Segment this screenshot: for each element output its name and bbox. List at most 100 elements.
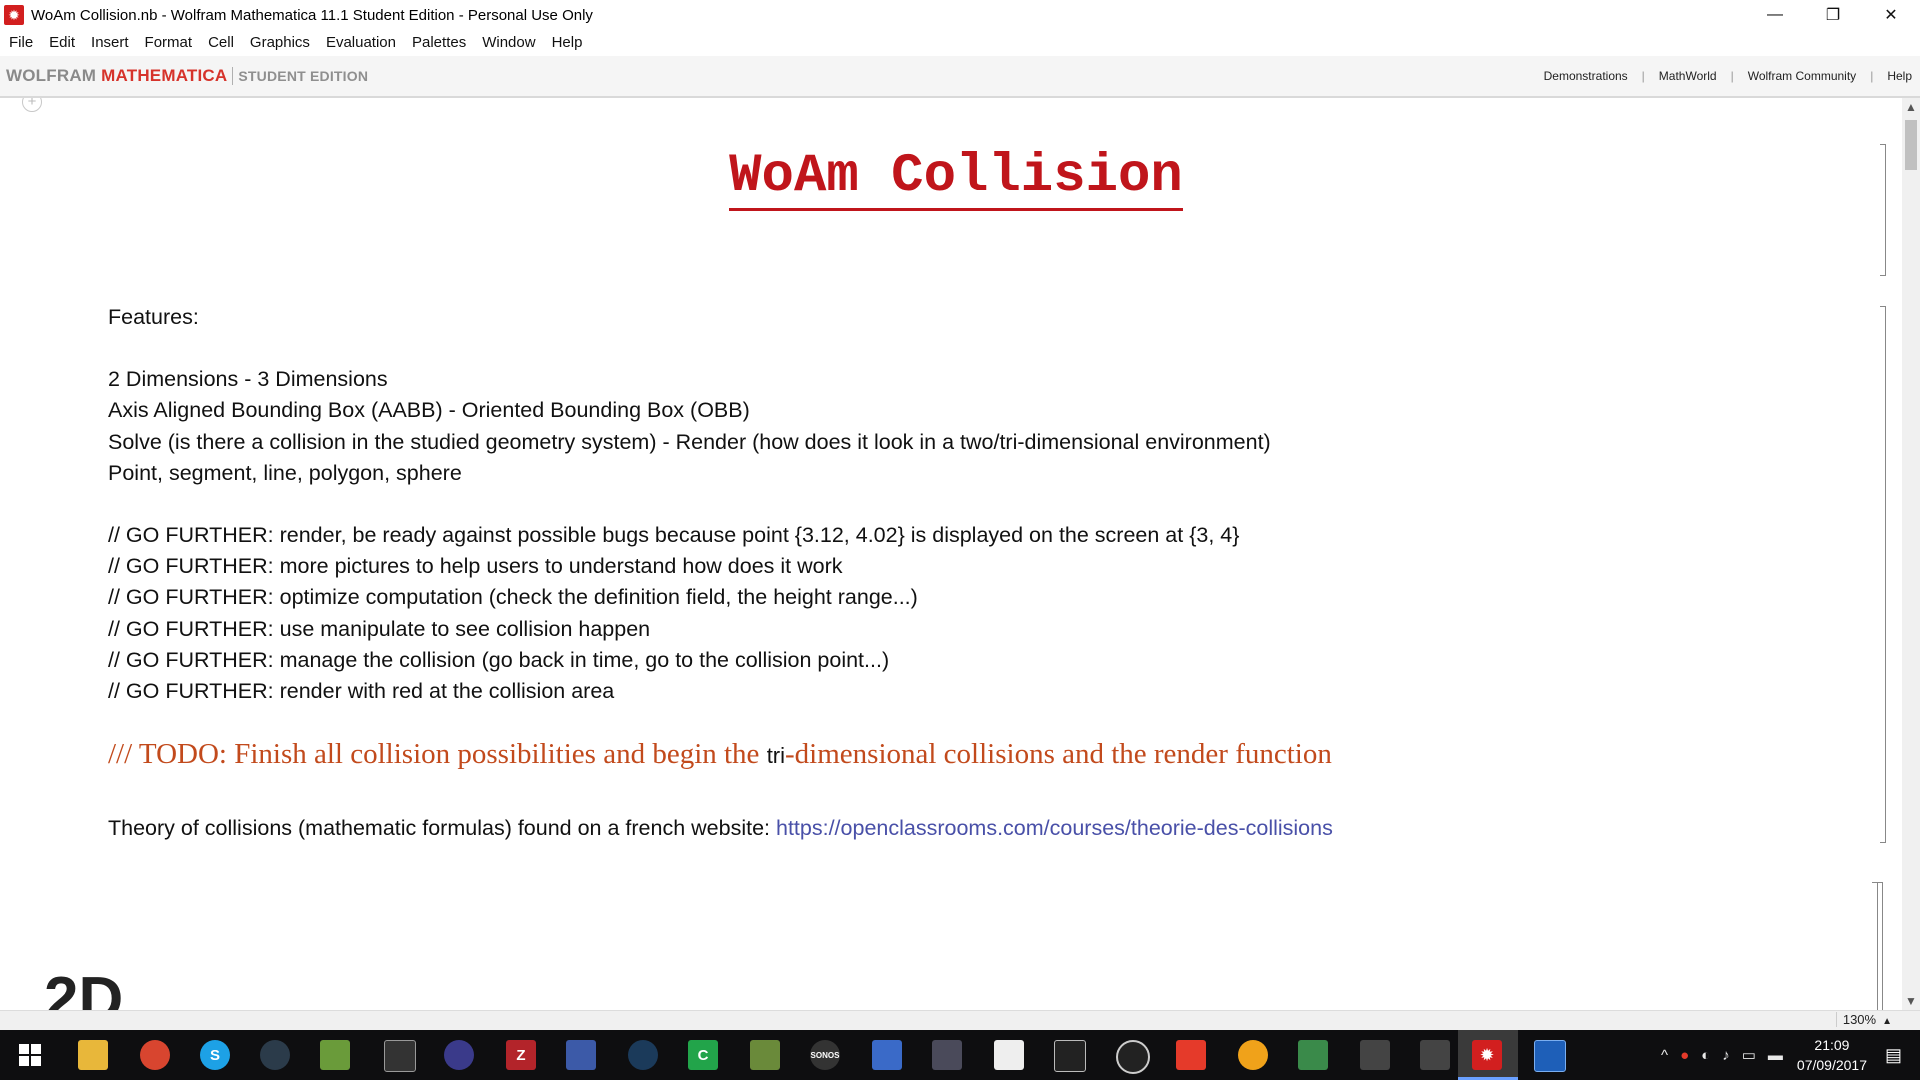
- cell-insert-plus-icon[interactable]: +: [22, 98, 42, 112]
- life-app-icon[interactable]: [1360, 1040, 1390, 1070]
- status-bar: 130% ▲: [0, 1010, 1920, 1031]
- mathematica-taskbar-icon[interactable]: ✹: [1472, 1040, 1502, 1070]
- editor-icon[interactable]: [566, 1040, 596, 1070]
- action-center-icon[interactable]: ▤: [1885, 1045, 1902, 1066]
- installer-icon[interactable]: [1298, 1040, 1328, 1070]
- menu-file[interactable]: File: [0, 34, 41, 51]
- paint-app-icon[interactable]: [320, 1040, 350, 1070]
- link-mathworld[interactable]: MathWorld: [1659, 69, 1717, 83]
- notebook-title-text: WoAm Collision: [729, 146, 1183, 211]
- zoom-up-icon[interactable]: ▲: [1882, 1016, 1892, 1027]
- link-divider: |: [1641, 69, 1645, 83]
- filezilla-icon[interactable]: Z: [506, 1040, 536, 1070]
- network-icon[interactable]: ▭: [1742, 1046, 1756, 1064]
- brand-wolfram: WOLFRAM: [6, 66, 97, 85]
- vertical-scrollbar[interactable]: ▲ ▼: [1902, 98, 1920, 1010]
- menu-window[interactable]: Window: [474, 34, 543, 51]
- codeblocks-icon[interactable]: C: [688, 1040, 718, 1070]
- scroll-down-icon[interactable]: ▼: [1902, 994, 1920, 1008]
- skype-icon[interactable]: S: [200, 1040, 230, 1070]
- file-explorer-icon[interactable]: [78, 1040, 108, 1070]
- features-cell[interactable]: Features: 2 Dimensions - 3 Dimensions Ax…: [108, 302, 1271, 707]
- menu-cell[interactable]: Cell: [200, 34, 242, 51]
- menu-help[interactable]: Help: [544, 34, 591, 51]
- cell-bracket[interactable]: [1880, 306, 1886, 843]
- zoom-control[interactable]: 130% ▲: [1835, 1012, 1892, 1027]
- go-further-line: // GO FURTHER: render, be ready against …: [108, 523, 1240, 548]
- todo-cell[interactable]: /// TODO: Finish all collision possibili…: [108, 738, 1332, 771]
- section-bracket[interactable]: [1877, 882, 1883, 1010]
- display-app-icon[interactable]: [1534, 1040, 1566, 1072]
- network-app-icon[interactable]: [872, 1040, 902, 1070]
- brand-mathematica: MATHEMATICA: [101, 66, 228, 85]
- link-help[interactable]: Help: [1887, 69, 1912, 83]
- office-app-icon[interactable]: [1176, 1040, 1206, 1070]
- life-app-2-icon[interactable]: [1420, 1040, 1450, 1070]
- window-controls: — ❐ ✕: [1746, 0, 1920, 30]
- game-app-icon[interactable]: [932, 1040, 962, 1070]
- menu-graphics[interactable]: Graphics: [242, 34, 318, 51]
- brand-divider: [232, 67, 234, 85]
- window-title: WoAm Collision.nb - Wolfram Mathematica …: [31, 6, 593, 24]
- close-button[interactable]: ✕: [1862, 0, 1920, 30]
- show-hidden-icons-icon[interactable]: ^: [1661, 1047, 1668, 1064]
- chrome-icon[interactable]: [140, 1040, 170, 1070]
- mathematica-app-icon[interactable]: ✹: [4, 5, 24, 25]
- notebook-title[interactable]: WoAm Collision: [0, 146, 1902, 211]
- steam-icon[interactable]: [628, 1040, 658, 1070]
- volume-icon[interactable]: ♪: [1722, 1047, 1730, 1064]
- menu-format[interactable]: Format: [137, 34, 201, 51]
- wolfram-docked-bar: WOLFRAM MATHEMATICA STUDENT EDITION Demo…: [0, 56, 1920, 98]
- stop-icon[interactable]: ●: [1680, 1047, 1689, 1064]
- menu-bar: File Edit Insert Format Cell Graphics Ev…: [0, 30, 1920, 54]
- start-button[interactable]: [0, 1030, 60, 1080]
- menu-palettes[interactable]: Palettes: [404, 34, 474, 51]
- feature-line: Point, segment, line, polygon, sphere: [108, 460, 462, 485]
- todo-tri: tri: [766, 743, 786, 768]
- windows-taskbar: S Z C SONOS ✹ ^ ● ◐ ♪ ▭ ▬ 21:09 07/09/20…: [0, 1030, 1920, 1080]
- go-further-line: // GO FURTHER: render with red at the co…: [108, 679, 615, 704]
- minecraft-icon[interactable]: [750, 1040, 780, 1070]
- scrollbar-thumb[interactable]: [1905, 120, 1917, 170]
- section-heading-2d[interactable]: 2D: [44, 969, 123, 1011]
- zoom-level: 130%: [1842, 1012, 1877, 1027]
- eclipse-icon[interactable]: [444, 1040, 474, 1070]
- restore-button[interactable]: ❐: [1804, 0, 1862, 30]
- terminal-icon[interactable]: [384, 1040, 416, 1072]
- music-app-icon[interactable]: [260, 1040, 290, 1070]
- minimize-button[interactable]: —: [1746, 0, 1804, 30]
- menu-evaluation[interactable]: Evaluation: [318, 34, 404, 51]
- windows-logo-icon: [19, 1044, 41, 1066]
- go-further-line: // GO FURTHER: manage the collision (go …: [108, 647, 890, 672]
- clock-date: 07/09/2017: [1796, 1057, 1867, 1073]
- calculator-icon[interactable]: [994, 1040, 1024, 1070]
- notebook-area[interactable]: + WoAm Collision Features: 2 Dimensions …: [0, 98, 1902, 1010]
- menu-edit[interactable]: Edit: [41, 34, 83, 51]
- sonos-icon[interactable]: SONOS: [810, 1040, 840, 1070]
- link-divider: |: [1730, 69, 1734, 83]
- scroll-up-icon[interactable]: ▲: [1902, 100, 1920, 114]
- theory-text: Theory of collisions (mathematic formula…: [108, 816, 776, 840]
- link-wolfram-community[interactable]: Wolfram Community: [1748, 69, 1856, 83]
- fire-app-icon[interactable]: [1238, 1040, 1268, 1070]
- system-clock[interactable]: 21:09 07/09/2017: [1797, 1035, 1867, 1075]
- clock-time: 21:09: [1814, 1037, 1850, 1053]
- feature-line: Axis Aligned Bounding Box (AABB) - Orien…: [108, 398, 750, 423]
- remote-desktop-icon[interactable]: [1054, 1040, 1086, 1072]
- wolfram-links: Demonstrations | MathWorld | Wolfram Com…: [1544, 56, 1912, 96]
- features-label: Features:: [108, 305, 199, 329]
- link-demonstrations[interactable]: Demonstrations: [1544, 69, 1628, 83]
- system-tray: ^ ● ◐ ♪ ▭ ▬ 21:09 07/09/2017 ▤: [1655, 1030, 1920, 1080]
- obs-icon[interactable]: [1116, 1040, 1150, 1074]
- cell-bracket[interactable]: [1880, 144, 1886, 276]
- menu-insert[interactable]: Insert: [83, 34, 137, 51]
- go-further-line: // GO FURTHER: use manipulate to see col…: [108, 616, 651, 641]
- theory-cell[interactable]: Theory of collisions (mathematic formula…: [108, 816, 1333, 841]
- wolfram-brand-logo: WOLFRAM MATHEMATICA STUDENT EDITION: [6, 66, 368, 86]
- headset-icon[interactable]: ◐: [1701, 1047, 1710, 1064]
- battery-icon[interactable]: ▬: [1768, 1047, 1783, 1064]
- feature-line: 2 Dimensions - 3 Dimensions: [108, 367, 388, 392]
- theory-link[interactable]: https://openclassrooms.com/courses/theor…: [776, 816, 1333, 840]
